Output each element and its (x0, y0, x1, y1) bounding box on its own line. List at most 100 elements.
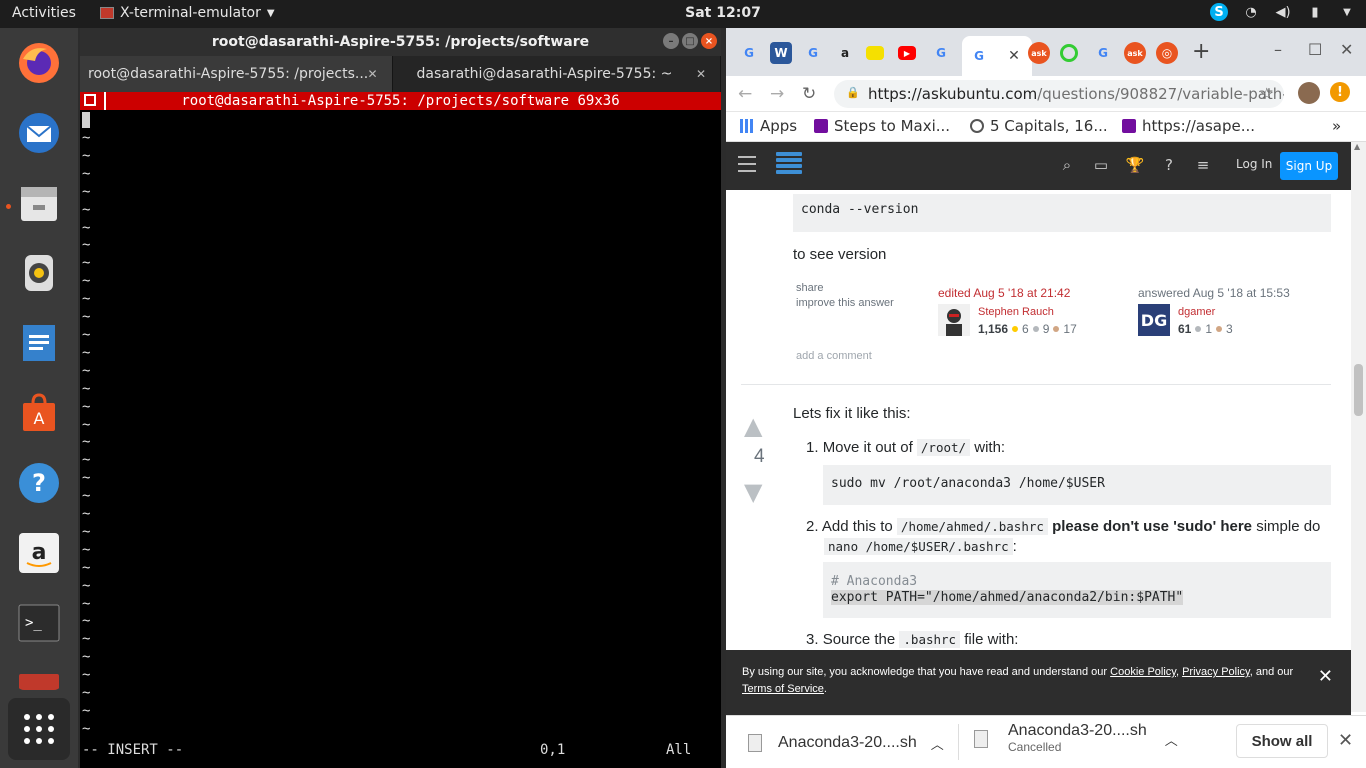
chevron-up-icon[interactable]: ︿ (1165, 730, 1178, 749)
system-tray[interactable]: S ◔ ◀) ▮ ▼ (1210, 3, 1356, 21)
firefox-icon[interactable] (16, 40, 62, 86)
search-icon[interactable]: ⌕ (1058, 156, 1076, 174)
askubuntu-tab-icon[interactable]: ask (1028, 42, 1050, 64)
note-tab-icon[interactable] (866, 46, 884, 60)
chevron-up-icon[interactable]: ︿ (931, 734, 944, 753)
answer-text: to see version (793, 246, 887, 263)
amazon-tab-icon[interactable]: a (834, 42, 856, 64)
close-tab-icon[interactable]: ✕ (367, 67, 377, 81)
maximize-icon[interactable]: □ (682, 33, 698, 49)
close-tab-icon[interactable]: ✕ (1008, 48, 1020, 64)
bronze-count: 3 (1226, 322, 1233, 336)
activities-button[interactable]: Activities (12, 5, 76, 21)
terminal-icon[interactable]: >_ (16, 600, 62, 646)
new-tab-button[interactable]: + (1192, 39, 1210, 64)
close-icon[interactable]: × (701, 33, 717, 49)
volume-icon[interactable]: ◀) (1274, 3, 1292, 21)
downvote-icon[interactable]: ▼ (744, 478, 762, 506)
askubuntu-logo[interactable] (776, 152, 802, 178)
skype-icon[interactable]: S (1210, 3, 1228, 21)
download-item[interactable]: Anaconda3-20....sh ︿ (748, 726, 944, 760)
author-avatar[interactable]: DG (1138, 304, 1170, 336)
more-bookmarks-icon[interactable]: » (1332, 117, 1341, 135)
address-bar[interactable]: 🔒 https://askubuntu.com/questions/908827… (834, 80, 1284, 108)
bookmark-capitals[interactable]: 5 Capitals, 16... (970, 117, 1108, 135)
close-icon[interactable]: ✕ (1340, 40, 1353, 59)
google-tab-icon[interactable]: G (1092, 42, 1114, 64)
close-icon[interactable]: ✕ (1318, 667, 1333, 685)
answer-divider (741, 384, 1331, 385)
bronze-badge-icon (1053, 326, 1060, 332)
rhythmbox-icon[interactable] (16, 250, 62, 296)
editor-name-link[interactable]: Stephen Rauch (978, 306, 1054, 318)
improve-answer-link[interactable]: improve this answer (796, 297, 894, 309)
terminal-titlebar[interactable]: root@dasarathi-Aspire-5755: /projects/so… (80, 28, 721, 56)
achievements-icon[interactable]: 🏆 (1126, 156, 1145, 174)
upvote-icon[interactable]: ▲ (744, 412, 762, 440)
author-name-link[interactable]: dgamer (1178, 306, 1215, 318)
battery-icon[interactable]: ▮ (1306, 3, 1324, 21)
login-link[interactable]: Log In (1236, 157, 1272, 171)
wifi-icon[interactable]: ◔ (1242, 3, 1260, 21)
bookmark-asape[interactable]: https://asape... (1122, 117, 1255, 135)
bookmark-steps[interactable]: Steps to Maxi... (814, 117, 950, 135)
active-tab[interactable]: G ✕ (962, 36, 1032, 76)
minimize-icon[interactable]: – (663, 33, 679, 49)
close-icon[interactable]: ✕ (1338, 730, 1353, 751)
download-status: Cancelled (1008, 740, 1062, 754)
forward-icon[interactable]: → (770, 84, 784, 104)
menu-icon[interactable] (738, 156, 756, 177)
google-tab-icon[interactable]: G (802, 42, 824, 64)
bookmark-star-icon[interactable]: ☆ (1260, 84, 1274, 103)
close-tab-icon[interactable]: ✕ (696, 67, 706, 81)
download-divider (958, 724, 959, 760)
terminal-tab-root[interactable]: root@dasarathi-Aspire-5755: /projects...… (80, 56, 393, 92)
update-alert-icon[interactable]: ! (1330, 82, 1350, 102)
terminal-tab-user[interactable]: dasarathi@dasarathi-Aspire-5755: ~ ✕ (393, 56, 721, 92)
word-tab-icon[interactable]: W (770, 42, 792, 64)
download-name: Anaconda3-20....sh (778, 734, 917, 751)
files-icon[interactable] (16, 180, 62, 226)
inbox-icon[interactable]: ▭ (1092, 156, 1110, 174)
editor-avatar[interactable] (938, 304, 970, 336)
maximize-icon[interactable]: ☐ (1308, 40, 1322, 59)
loading-tab-icon[interactable] (1060, 44, 1078, 62)
terms-link[interactable]: Terms of Service (742, 683, 824, 695)
scroll-up-icon[interactable]: ▲ (1354, 142, 1360, 151)
profile-avatar[interactable] (1298, 82, 1320, 104)
help-icon[interactable]: ? (16, 460, 62, 506)
reload-icon[interactable]: ↻ (802, 84, 816, 104)
terminal-tabs: root@dasarathi-Aspire-5755: /projects...… (80, 56, 721, 92)
show-apps-icon[interactable] (8, 698, 70, 760)
ubuntu-tab-icon[interactable]: ◎ (1156, 42, 1178, 64)
amazon-icon[interactable]: a (16, 530, 62, 576)
google-tab-icon[interactable]: G (930, 42, 952, 64)
google-tab-icon[interactable]: G (738, 42, 760, 64)
edited-link[interactable]: edited Aug 5 '18 at 21:42 (938, 286, 1070, 300)
back-icon[interactable]: ← (738, 84, 752, 104)
scrollbar-thumb[interactable] (1354, 364, 1363, 416)
privacy-policy-link[interactable]: Privacy Policy (1182, 666, 1250, 678)
vim-title-bar: root@dasarathi-Aspire-5755: /projects/so… (80, 92, 721, 110)
cookie-policy-link[interactable]: Cookie Policy (1110, 666, 1176, 678)
help-icon[interactable]: ? (1160, 156, 1178, 174)
bookmark-apps[interactable]: Apps (740, 117, 797, 135)
app-icon[interactable] (16, 670, 62, 690)
site-switcher-icon[interactable]: ≡ (1194, 156, 1212, 174)
share-link[interactable]: share (796, 282, 824, 294)
add-comment-link[interactable]: add a comment (796, 350, 872, 362)
chevron-down-icon[interactable]: ▼ (1338, 3, 1356, 21)
show-all-button[interactable]: Show all (1236, 724, 1328, 758)
writer-icon[interactable] (16, 320, 62, 366)
askubuntu-tab-icon[interactable]: ask (1124, 42, 1146, 64)
vim-editor[interactable]: ~ ~ ~ ~ ~ ~ ~ ~ ~ ~ ~ ~ ~ ~ ~ ~ ~ ~ ~ ~ ~ ~ ~ ~ ~ ~ ~ ~ ~ ~ ~ ~ ~ ~ (80, 110, 721, 750)
thunderbird-icon[interactable] (16, 110, 62, 156)
signup-button[interactable]: Sign Up (1280, 152, 1338, 180)
download-item[interactable]: Anaconda3-20....sh Cancelled ︿ (974, 722, 1178, 756)
youtube-tab-icon[interactable]: ▶ (898, 46, 916, 60)
app-menu[interactable]: X-terminal-emulator ▼ (100, 5, 275, 21)
minimize-icon[interactable]: – (1274, 40, 1282, 59)
page-scrollbar[interactable]: ▲ (1351, 142, 1366, 712)
software-icon[interactable]: A (16, 390, 62, 436)
inline-code: /home/ahmed/.bashrc (896, 518, 1048, 535)
